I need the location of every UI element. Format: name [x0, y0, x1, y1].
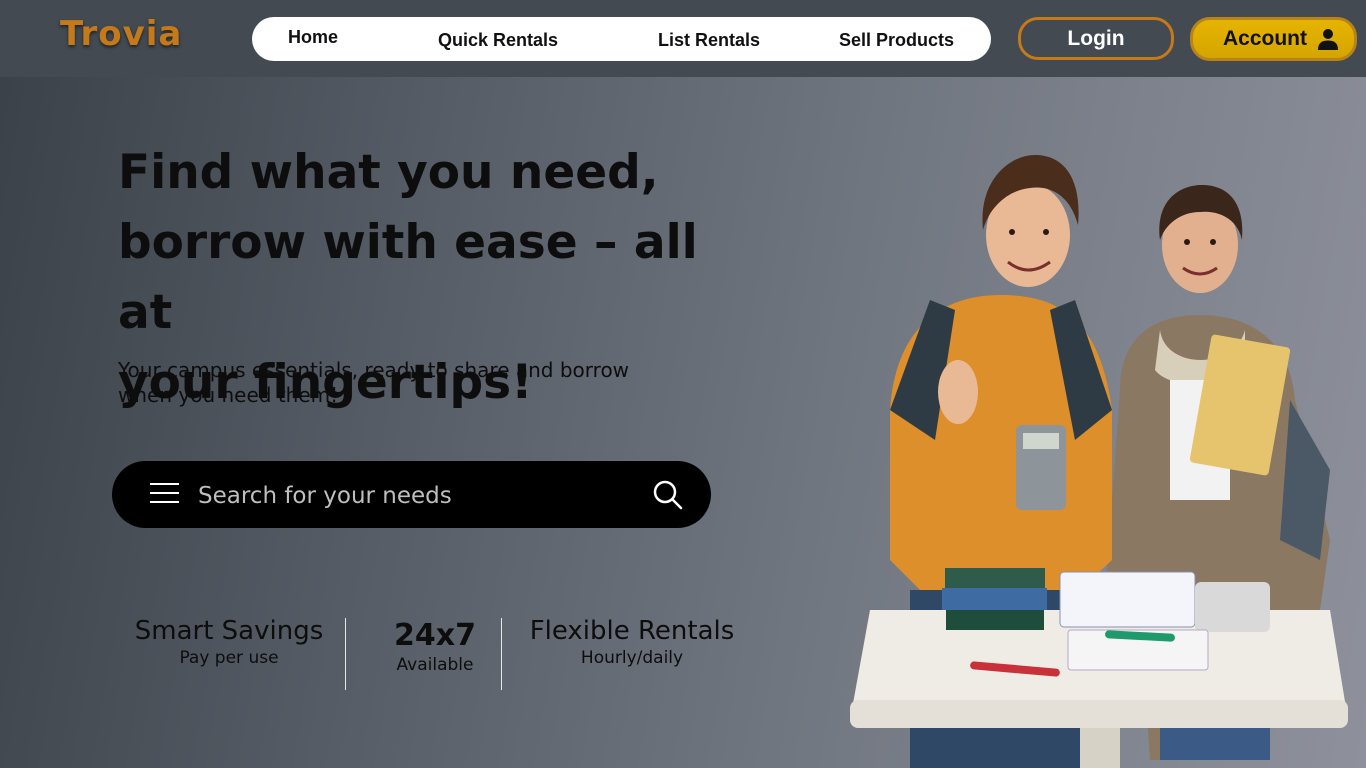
nav-item-list-rentals[interactable]: List Rentals: [658, 30, 760, 51]
top-navbar: Trovia Home Quick Rentals List Rentals S…: [0, 0, 1366, 77]
brand-logo[interactable]: Trovia: [60, 14, 182, 54]
search-icon[interactable]: [652, 479, 684, 511]
stat-availability: 24x7 Available: [360, 618, 510, 675]
nav-item-quick-rentals[interactable]: Quick Rentals: [438, 30, 558, 51]
stat-flexible-rentals: Flexible Rentals Hourly/daily: [522, 616, 742, 668]
stat-title: 24x7: [394, 618, 476, 653]
stat-divider: [345, 618, 346, 690]
user-icon: [1318, 29, 1338, 50]
nav-menu: Home Quick Rentals List Rentals Sell Pro…: [252, 17, 991, 61]
search-bar: [112, 461, 711, 528]
nav-item-home[interactable]: Home: [288, 27, 338, 48]
account-button[interactable]: Account: [1190, 17, 1357, 61]
stat-subtitle: Available: [396, 655, 474, 675]
nav-item-sell-products[interactable]: Sell Products: [839, 30, 954, 51]
stat-subtitle: Hourly/daily: [580, 648, 684, 668]
menu-icon[interactable]: [150, 481, 179, 505]
stat-title: Flexible Rentals: [529, 616, 735, 646]
stat-title: Smart Savings: [134, 616, 324, 646]
search-input[interactable]: [196, 475, 630, 517]
stat-subtitle: Pay per use: [179, 648, 279, 668]
hero-students-image: [850, 155, 1348, 768]
account-button-label: Account: [1223, 27, 1307, 50]
login-button[interactable]: Login: [1018, 17, 1174, 60]
stat-smart-savings: Smart Savings Pay per use: [118, 616, 340, 668]
stat-divider: [501, 618, 502, 690]
hero-subtitle: Your campus essentials, ready to share a…: [118, 358, 630, 407]
